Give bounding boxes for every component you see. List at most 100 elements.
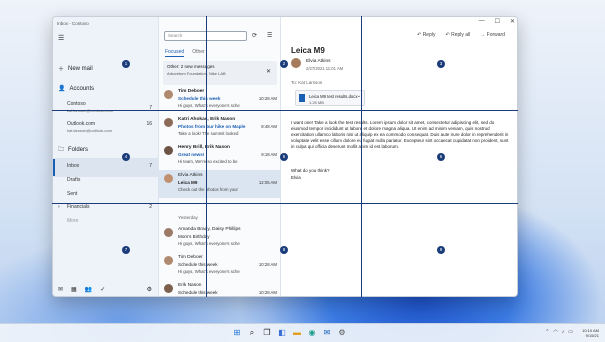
gear-icon[interactable]: ⚙: [147, 286, 152, 293]
message-preview: Hi guys, What's everyone's sche: [178, 103, 240, 108]
reply-all-label: Reply all: [451, 32, 471, 38]
list-item-selected[interactable]: Elvia Atkins Leica M9 12:05 AM Check out…: [159, 170, 281, 198]
start-icon[interactable]: ⊞: [232, 328, 242, 338]
attachment-name: Leica M9 test results.docx: [309, 94, 358, 99]
reply-label: Reply: [422, 32, 436, 38]
grid-line-horizontal: [52, 110, 518, 111]
maximize-button[interactable]: ☐: [495, 18, 500, 25]
message-signature: Elvia: [291, 175, 301, 180]
folder-sent[interactable]: Sent: [67, 191, 77, 197]
reply-all-button[interactable]: ↶ Reply all: [445, 32, 470, 38]
list-item[interactable]: Amanda Brady, Daisy Phillips Mom's Birth…: [159, 224, 281, 252]
battery-icon[interactable]: ▭: [568, 329, 573, 335]
calendar-icon[interactable]: ▦: [71, 286, 77, 293]
message-preview: Take a look! The summit looked: [178, 131, 239, 136]
file-explorer-icon[interactable]: ▬: [292, 328, 302, 338]
account-count-outlook: 16: [146, 121, 152, 127]
message-preview: Hi team, We're so excited to be: [178, 159, 238, 164]
message-time: 12:05 AM: [258, 180, 277, 185]
message-time: 10:28 AM: [258, 290, 277, 295]
message-subject: Photos from our hike on Maple: [178, 124, 246, 129]
task-view-icon[interactable]: ❐: [262, 328, 272, 338]
new-mail-label: New mail: [68, 65, 93, 72]
filter-icon[interactable]: ☰: [267, 32, 272, 39]
grid-cell-label: 5: [280, 153, 288, 161]
minimize-button[interactable]: —: [479, 18, 485, 25]
mail-icon[interactable]: ✉: [58, 286, 63, 293]
other-messages-notice[interactable]: Other: 2 new messages Arboretum Foundati…: [163, 61, 277, 85]
message-sender: Erik Nason: [178, 283, 202, 288]
people-icon[interactable]: 👥: [85, 286, 92, 293]
wifi-icon[interactable]: ◠: [553, 329, 557, 335]
sent-date: 2/27/2021 11:01 AM: [306, 66, 344, 71]
attachment-size: 1.25 MB: [309, 100, 324, 105]
message-sender: Amanda Brady, Daisy Phillips: [178, 227, 241, 232]
list-item[interactable]: Katri Ahokas, Erik Nason Photos from our…: [159, 114, 281, 142]
edge-browser-icon[interactable]: ◉: [307, 328, 317, 338]
window-title: Inbox - Contoso: [57, 20, 89, 26]
avatar: [164, 146, 173, 155]
hamburger-menu-icon[interactable]: ☰: [58, 34, 64, 42]
list-item[interactable]: Henry Brill, Erik Nason Great news! 9:18…: [159, 142, 281, 170]
accounts-header[interactable]: 👤 Accounts: [58, 85, 95, 93]
account-name-contoso[interactable]: Contoso: [67, 101, 86, 107]
volume-icon[interactable]: ♪: [562, 329, 565, 335]
folder-icon: 🗀: [58, 147, 65, 153]
folders-header[interactable]: 🗀 Folders: [58, 145, 88, 155]
reply-button[interactable]: ↶ Reply: [417, 32, 435, 38]
tab-focused[interactable]: Focused: [165, 49, 185, 57]
notice-detail: Arboretum Foundation, Nike LAB: [167, 71, 226, 76]
attachment-card[interactable]: Leica M9 test results.docx 1.25 MB ⌄: [295, 90, 365, 106]
close-window-button[interactable]: ✕: [510, 18, 515, 25]
word-document-icon: [299, 94, 305, 102]
taskbar-apps: ⊞ ⌕ ❐ ◧ ▬ ◉ ✉ ⚙: [232, 328, 347, 338]
grid-cell-label: 1: [122, 60, 130, 68]
forward-button[interactable]: → Forward: [480, 32, 505, 38]
plus-icon: ＋: [58, 67, 65, 73]
message-sender: Elvia Atkins: [178, 173, 203, 178]
account-email-outlook: kat.larsson@outlook.com: [67, 128, 112, 133]
avatar: [291, 58, 301, 68]
grid-cell-label: 6: [437, 153, 445, 161]
message-question: What do you think?: [291, 168, 330, 173]
folder-selected-indicator: [53, 159, 55, 176]
recipient-name[interactable]: Kat Larsson: [298, 80, 322, 85]
folders-label: Folders: [68, 147, 89, 153]
window-controls: — ☐ ✕: [479, 18, 515, 25]
avatar: [164, 174, 173, 183]
message-subject: Leica M9: [178, 180, 198, 185]
message-subject: Schedule this week: [178, 262, 218, 267]
app-switcher: ✉ ▦ 👥 ✓: [58, 286, 105, 293]
settings-app-icon[interactable]: ⚙: [337, 328, 347, 338]
account-name-outlook[interactable]: Outlook.com: [67, 121, 95, 127]
avatar: [164, 284, 173, 293]
clock[interactable]: 10:10 AM 9/15/21: [582, 328, 599, 338]
avatar: [164, 228, 173, 237]
chevron-right-icon[interactable]: ›: [58, 204, 60, 210]
list-item[interactable]: Tim Deboer Schedule this week 10:28 AM H…: [159, 252, 281, 280]
new-mail-button[interactable]: ＋ New mail: [58, 64, 93, 74]
mail-app-icon[interactable]: ✉: [322, 328, 332, 338]
reading-pane: — ☐ ✕ ↶ Reply ↶ Reply all → Forward Leic…: [281, 17, 517, 296]
tab-other[interactable]: Other: [192, 49, 205, 57]
folder-financials-count: 2: [149, 204, 152, 210]
message-preview: Check out the photos from your: [178, 187, 238, 192]
forward-label: Forward: [486, 32, 505, 38]
message-subject: Great news!: [178, 152, 205, 157]
todo-icon[interactable]: ✓: [100, 286, 105, 293]
chevron-up-icon[interactable]: ⌃: [545, 329, 549, 335]
search-icon[interactable]: ⌕: [247, 328, 257, 338]
sender-name[interactable]: Elvia Atkins: [306, 59, 331, 64]
folder-financials[interactable]: Financials: [67, 204, 90, 210]
message-toolbar: ↶ Reply ↶ Reply all → Forward: [417, 32, 505, 38]
folder-more[interactable]: More: [67, 218, 78, 224]
sync-icon[interactable]: ⟳: [252, 32, 257, 39]
message-preview: Hi guys, What's everyone's sche: [178, 269, 240, 274]
list-item[interactable]: Erik Nason Schedule this week 10:28 AM: [159, 280, 281, 296]
close-icon[interactable]: ✕: [266, 68, 271, 75]
message-subject-title: Leica M9: [291, 46, 325, 55]
accounts-label: Accounts: [69, 85, 95, 92]
folder-inbox[interactable]: Inbox: [67, 163, 79, 169]
folder-drafts[interactable]: Drafts: [67, 177, 80, 183]
widgets-icon[interactable]: ◧: [277, 328, 287, 338]
